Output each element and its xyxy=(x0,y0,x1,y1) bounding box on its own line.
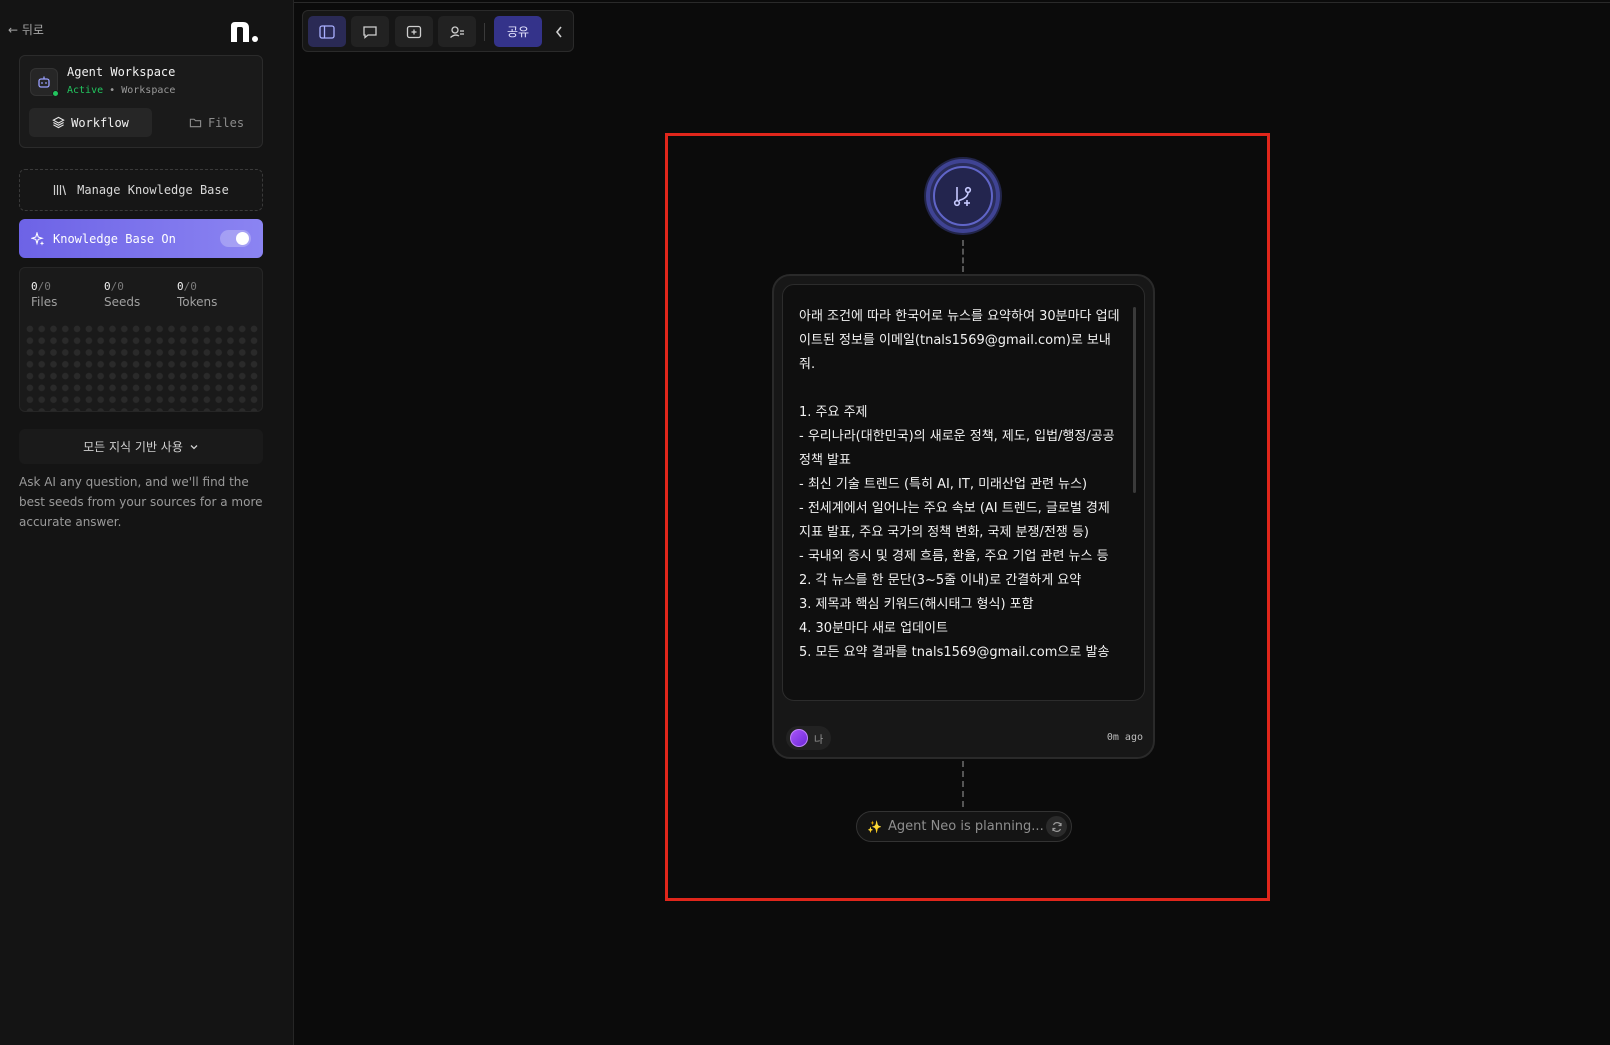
chat-icon xyxy=(363,25,377,39)
back-link[interactable]: ← 뒤로 xyxy=(8,21,44,38)
tab-files[interactable]: Files xyxy=(155,108,278,137)
status-dot xyxy=(52,90,59,97)
chevron-down-icon xyxy=(190,444,198,449)
workspace-type: Workspace xyxy=(121,85,176,96)
sidebar-toggle-button[interactable] xyxy=(308,16,346,47)
toggle-knob xyxy=(236,232,249,245)
stat-tokens-total: 0 xyxy=(190,280,197,293)
user-search-icon xyxy=(450,25,464,38)
tab-workflow-label: Workflow xyxy=(71,115,129,130)
workspace-separator: • xyxy=(109,85,116,96)
message-card[interactable]: 아래 조건에 따라 한국어로 뉴스를 요약하여 30분마다 업데이트된 정보를 … xyxy=(772,274,1155,759)
top-divider xyxy=(294,2,1610,3)
manage-knowledge-base-button[interactable]: Manage Knowledge Base xyxy=(19,169,263,211)
stats-panel: 0/0 Files 0/0 Seeds 0/0 Tokens xyxy=(19,267,263,412)
workspace-title: Agent Workspace xyxy=(67,65,176,79)
search-user-button[interactable] xyxy=(438,16,476,47)
refresh-button[interactable] xyxy=(1046,816,1067,837)
git-branch-plus-icon xyxy=(953,186,972,207)
author-chip: 나 xyxy=(786,726,832,750)
author-name: 나 xyxy=(814,734,824,746)
stat-seeds-label: Seeds xyxy=(104,295,141,309)
sparkles-icon xyxy=(31,231,45,246)
stat-files-label: Files xyxy=(31,295,58,309)
message-timestamp: 0m ago xyxy=(1106,732,1143,743)
stat-seeds: 0/0 Seeds xyxy=(104,280,141,309)
chevron-left-icon xyxy=(555,26,562,37)
back-link-label[interactable]: ← 뒤로 xyxy=(8,21,44,38)
agent-planning-status: ✨ Agent Neo is planning... xyxy=(856,811,1072,842)
stat-tokens-value: 0 xyxy=(177,280,184,293)
stat-files-value: 0 xyxy=(31,280,38,293)
stat-seeds-total: 0 xyxy=(117,280,124,293)
message-body: 아래 조건에 따라 한국어로 뉴스를 요약하여 30분마다 업데이트된 정보를 … xyxy=(782,284,1145,701)
brand-logo-icon xyxy=(231,22,258,42)
agent-planning-label: Agent Neo is planning... xyxy=(887,819,1044,834)
manage-knowledge-base-label: Manage Knowledge Base xyxy=(77,183,229,197)
sidebar-icon xyxy=(319,24,335,39)
toolbar-divider xyxy=(484,23,485,41)
connector-line-top xyxy=(962,240,964,272)
knowledge-base-toggle-label: Knowledge Base On xyxy=(53,231,176,246)
workflow-start-node-inner xyxy=(933,166,993,226)
message-text: 아래 조건에 따라 한국어로 뉴스를 요약하여 30분마다 업데이트된 정보를 … xyxy=(799,309,1120,660)
tab-workflow[interactable]: Workflow xyxy=(29,108,152,137)
folder-icon xyxy=(189,118,202,128)
add-node-button[interactable] xyxy=(395,16,433,47)
sparkle-icon: ✨ xyxy=(867,819,882,834)
stat-tokens-label: Tokens xyxy=(177,295,218,309)
share-button-label: 공유 xyxy=(506,25,530,39)
refresh-icon xyxy=(1051,821,1062,832)
workflow-start-node[interactable] xyxy=(926,159,1000,233)
workspace-card: Agent Workspace Active • Workspace Workf… xyxy=(19,55,263,148)
connector-line-bottom xyxy=(962,761,964,807)
stat-files-total: 0 xyxy=(44,280,51,293)
workspace-subtitle: Active • Workspace xyxy=(67,85,175,96)
knowledge-base-toggle[interactable] xyxy=(220,230,251,247)
avatar xyxy=(790,729,808,747)
share-button[interactable]: 공유 xyxy=(494,16,542,47)
layers-icon xyxy=(52,116,65,129)
library-icon xyxy=(54,185,67,196)
knowledge-base-hint: Ask AI any question, and we'll find the … xyxy=(19,475,263,529)
seed-dot-grid xyxy=(24,323,260,411)
collapse-toolbar-button[interactable] xyxy=(548,16,570,47)
chat-button[interactable] xyxy=(351,16,389,47)
stat-tokens: 0/0 Tokens xyxy=(177,280,218,309)
toolbar: 공유 xyxy=(302,10,574,52)
stat-seeds-value: 0 xyxy=(104,280,111,293)
workspace-status: Active xyxy=(67,85,104,96)
plus-square-icon xyxy=(406,25,422,38)
knowledge-base-select-label: 모든 지식 기반 사용 xyxy=(83,440,183,454)
knowledge-base-select[interactable]: 모든 지식 기반 사용 xyxy=(19,429,263,464)
stat-files: 0/0 Files xyxy=(31,280,58,309)
message-scrollbar[interactable] xyxy=(1133,307,1136,493)
tab-files-label: Files xyxy=(207,115,245,130)
knowledge-base-toggle-bar[interactable]: Knowledge Base On xyxy=(19,219,263,258)
sidebar: ← 뒤로 Agent Workspace Active • Workspace xyxy=(0,0,294,1045)
